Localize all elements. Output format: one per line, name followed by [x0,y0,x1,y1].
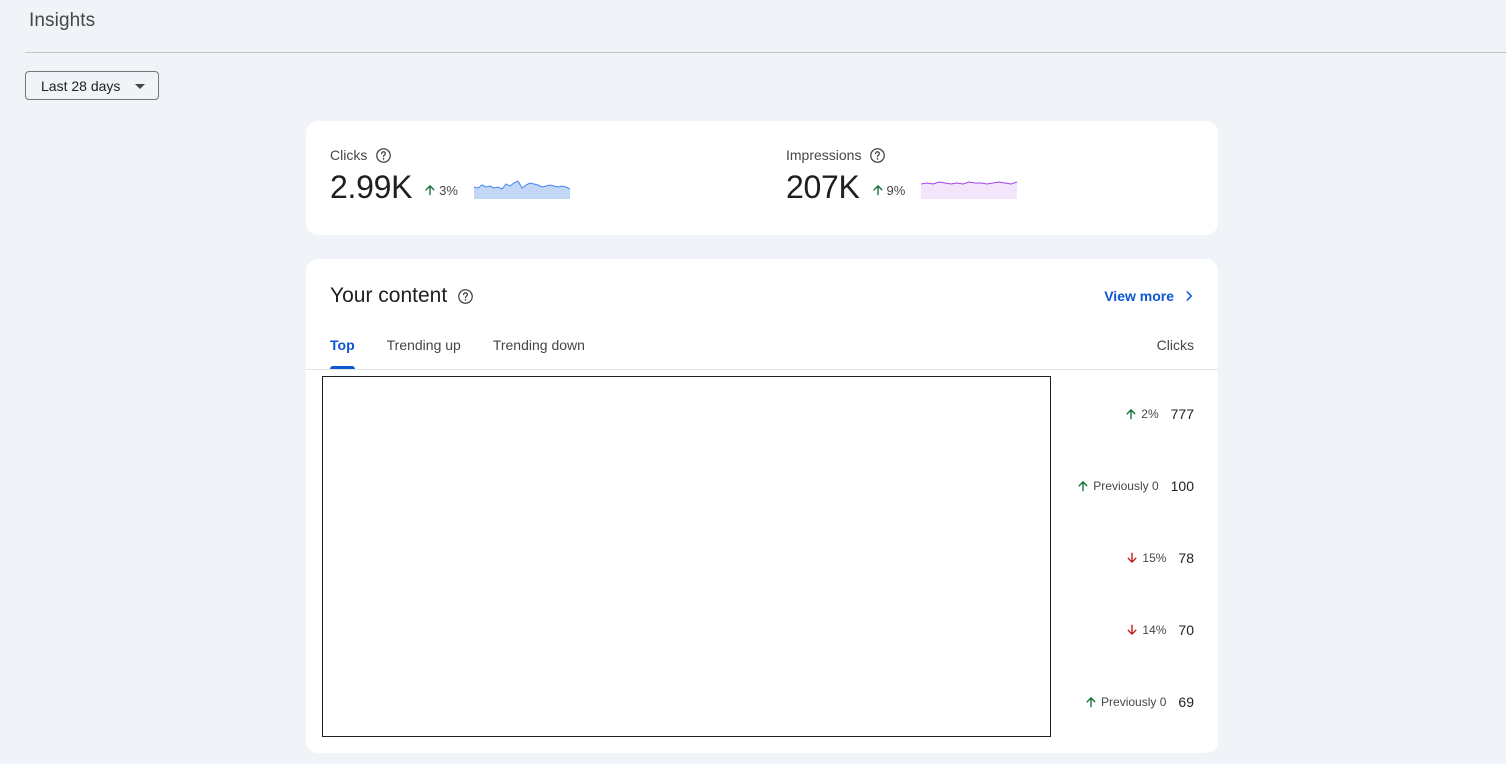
row-change: Previously 0 [1076,479,1159,493]
metric-change: 9% [871,182,906,198]
metric-impressions: Impressions 207K 9% [786,146,1018,205]
row-clicks: 100 [1170,478,1194,494]
content-title-text: Your content [330,284,448,307]
content-list-frame [322,376,1051,737]
tab-top[interactable]: Top [330,337,355,369]
table-row[interactable]: Previously 0 69 [1084,692,1194,712]
arrow-up-icon [1086,697,1096,708]
row-change-value: 15% [1142,551,1167,565]
table-row[interactable]: 2% 777 [1124,404,1194,424]
clicks-column-header: Clicks [1156,337,1194,353]
tab-trending-up[interactable]: Trending up [387,337,461,369]
clicks-sparkline [473,180,570,199]
row-change: Previously 0 [1084,695,1166,709]
row-change-value: 14% [1142,623,1167,637]
row-change: 15% [1125,551,1166,565]
help-circle-icon[interactable] [375,147,392,164]
view-more-link[interactable]: View more [1104,288,1196,304]
table-row[interactable]: 15% 78 [1125,548,1194,568]
row-change-value: 2% [1141,407,1159,421]
metric-value: 207K [786,169,860,205]
content-tabs: Top Trending up Trending down [330,337,585,369]
title-divider [25,52,1506,53]
help-circle-icon[interactable] [457,288,474,305]
caret-down-icon [135,84,145,89]
metric-change-value: 3% [439,182,458,198]
metric-label: Impressions [786,147,862,163]
tabs-divider [306,369,1218,370]
date-range-label: Last 28 days [41,77,121,94]
metrics-card: Clicks 2.99K 3% Impressions 207K 9% [306,121,1218,235]
metric-change: 3% [423,183,458,198]
help-circle-icon[interactable] [869,147,886,164]
arrow-down-icon [1127,552,1137,563]
arrow-up-icon [425,185,435,196]
tab-trending-down[interactable]: Trending down [493,337,585,369]
arrow-up-icon [1078,481,1088,492]
metric-value: 2.99K [330,169,413,205]
row-change-value: Previously 0 [1093,479,1159,493]
metric-change-value: 9% [886,182,906,198]
row-clicks: 69 [1178,694,1194,710]
arrow-up-icon [1126,409,1136,420]
table-row[interactable]: Previously 0 100 [1076,476,1194,496]
table-row[interactable]: 14% 70 [1125,620,1194,640]
row-clicks: 78 [1178,550,1194,566]
content-card: Your content View more Top Trending up T… [306,259,1218,753]
metric-clicks: Clicks 2.99K 3% [330,146,570,205]
row-change: 2% [1124,407,1159,421]
row-clicks: 777 [1170,406,1194,422]
row-change: 14% [1125,623,1166,637]
row-change-value: Previously 0 [1101,695,1167,709]
impressions-sparkline [921,181,1018,199]
page-title: Insights [29,10,96,31]
date-range-select[interactable]: Last 28 days [25,71,159,100]
metric-label: Clicks [330,147,368,163]
row-clicks: 70 [1178,622,1194,638]
arrow-down-icon [1127,624,1137,635]
arrow-up-icon [873,185,883,196]
view-more-label: View more [1104,288,1174,304]
chevron-right-icon [1186,291,1193,301]
content-title: Your content [330,284,474,308]
